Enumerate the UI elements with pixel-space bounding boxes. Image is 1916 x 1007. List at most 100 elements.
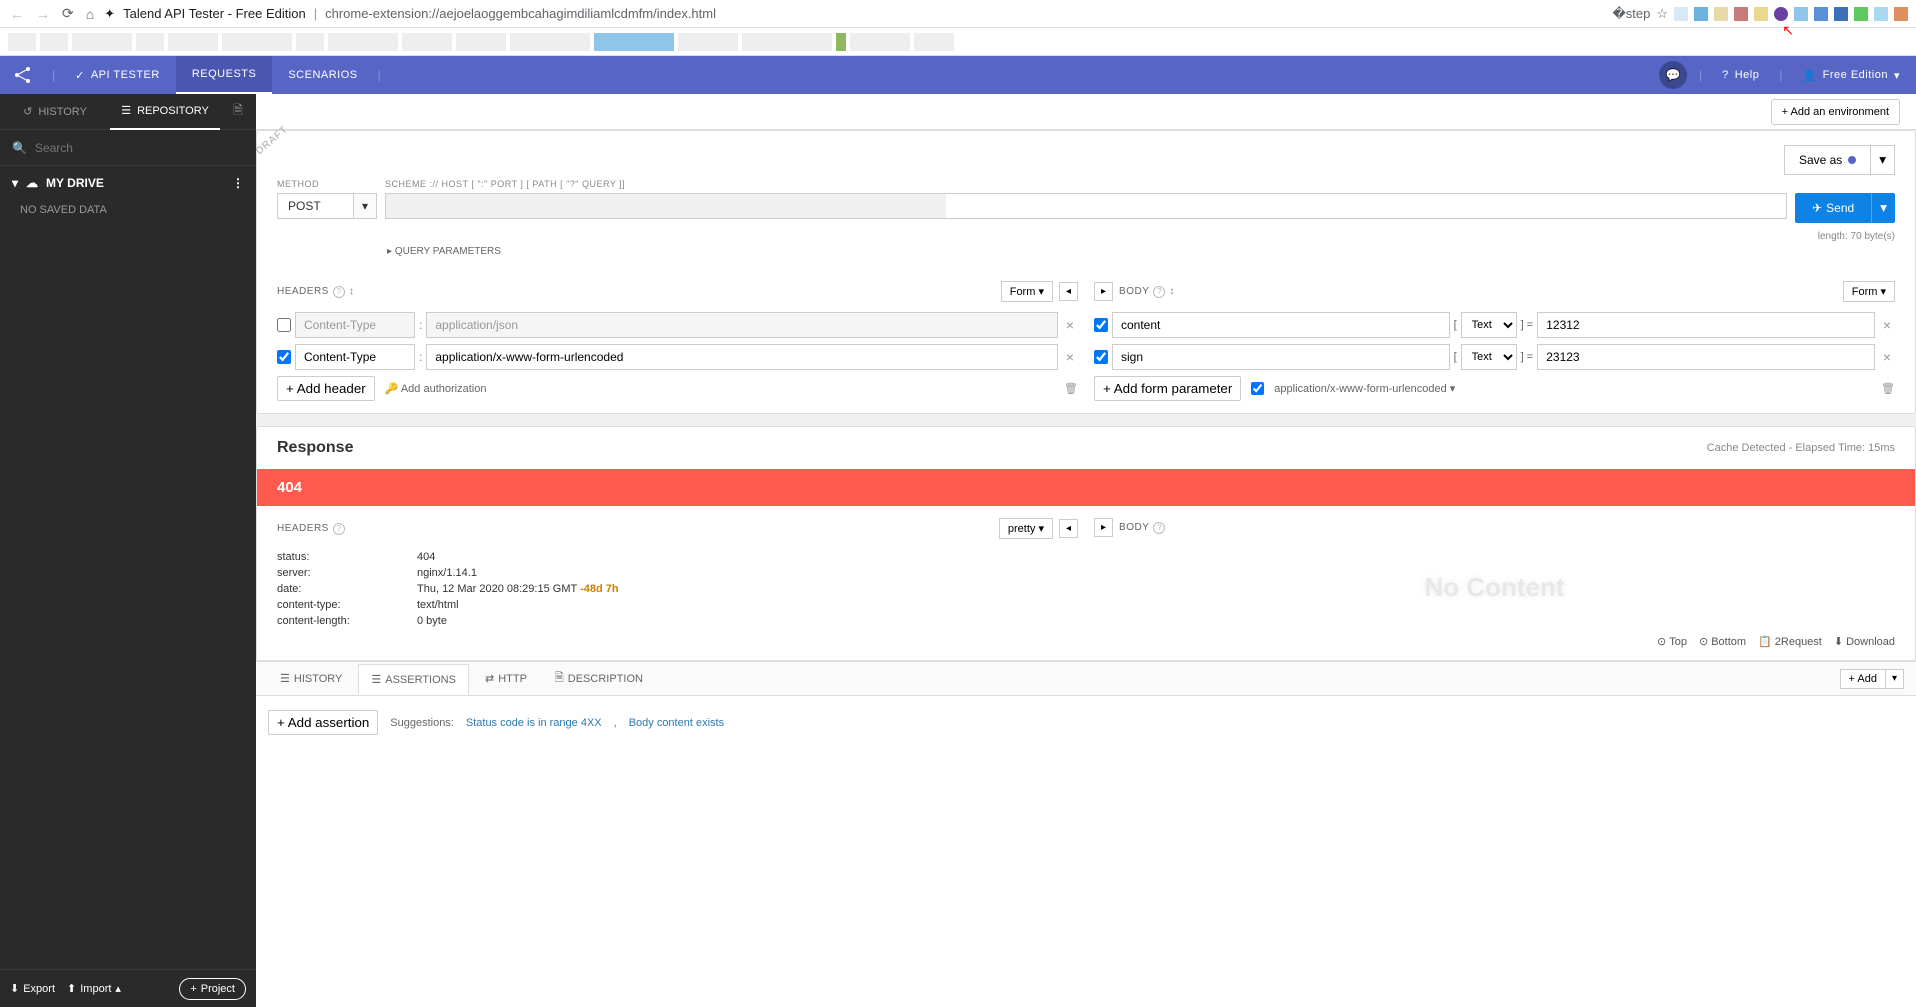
ext-icon-5[interactable] xyxy=(1754,7,1768,21)
header-value-input[interactable] xyxy=(426,344,1057,370)
bookmark-item[interactable] xyxy=(136,33,164,51)
help-icon[interactable]: ? xyxy=(333,286,345,298)
ext-icon-9[interactable] xyxy=(1854,7,1868,21)
add-tab-button[interactable]: + Add xyxy=(1840,669,1886,689)
url-input[interactable] xyxy=(385,193,1787,219)
header-enabled-checkbox[interactable] xyxy=(277,318,291,332)
sort-icon[interactable]: ↕ xyxy=(349,286,354,297)
bookmark-item[interactable] xyxy=(72,33,132,51)
tab-http[interactable]: ⇄ HTTP xyxy=(473,664,539,693)
back-button[interactable]: ← xyxy=(8,4,26,24)
translate-icon[interactable]: �step xyxy=(1612,6,1650,22)
send-dropdown[interactable]: ▾ xyxy=(1871,193,1895,223)
delete-header-button[interactable]: × xyxy=(1062,349,1078,365)
suggestion-link-status[interactable]: Status code is in range 4XX xyxy=(466,717,602,729)
add-assertion-button[interactable]: + Add assertion xyxy=(268,710,378,735)
headers-form-toggle[interactable]: Form ▾ xyxy=(1001,281,1053,302)
suggestion-link-body[interactable]: Body content exists xyxy=(629,717,724,729)
kebab-icon[interactable]: ⋮ xyxy=(232,176,244,190)
delete-header-button[interactable]: × xyxy=(1062,317,1078,333)
body-type-checkbox[interactable] xyxy=(1251,382,1264,395)
add-auth-link[interactable]: 🔑 Add authorization xyxy=(385,382,487,395)
ext-icon-checked[interactable] xyxy=(1774,7,1788,21)
add-header-button[interactable]: + Add header xyxy=(277,376,375,401)
app-logo[interactable] xyxy=(0,65,48,85)
nav-api-tester[interactable]: ✓ API TESTER xyxy=(59,56,176,94)
param-name-input[interactable] xyxy=(1112,344,1450,370)
header-name-input[interactable] xyxy=(295,344,415,370)
sidebar-search[interactable]: 🔍 xyxy=(0,130,256,166)
help-icon[interactable]: ? xyxy=(1153,522,1165,534)
sort-icon[interactable]: ↕ xyxy=(1169,286,1174,297)
bookmark-item[interactable] xyxy=(168,33,218,51)
collapse-right[interactable]: ▸ xyxy=(1094,282,1113,301)
bookmark-item[interactable] xyxy=(40,33,68,51)
ext-icon-3[interactable] xyxy=(1714,7,1728,21)
save-as-button[interactable]: Save as xyxy=(1784,145,1871,175)
save-dropdown[interactable]: ▾ xyxy=(1871,145,1895,175)
bookmark-item[interactable] xyxy=(402,33,452,51)
send-button[interactable]: ✈ Send xyxy=(1795,193,1871,223)
ext-icon-11[interactable] xyxy=(1894,7,1908,21)
param-value-input[interactable] xyxy=(1537,344,1875,370)
bookmark-item[interactable] xyxy=(510,33,590,51)
bookmark-item[interactable] xyxy=(222,33,292,51)
bookmark-item[interactable] xyxy=(850,33,910,51)
ext-icon-8[interactable] xyxy=(1834,7,1848,21)
header-value-input[interactable] xyxy=(426,312,1057,338)
delete-param-button[interactable]: × xyxy=(1879,349,1895,365)
clear-body-button[interactable]: 🗑 xyxy=(1881,382,1895,395)
pretty-toggle[interactable]: pretty ▾ xyxy=(999,518,1053,539)
param-name-input[interactable] xyxy=(1112,312,1450,338)
collapse-right[interactable]: ▸ xyxy=(1094,518,1113,537)
ext-icon-4[interactable] xyxy=(1734,7,1748,21)
help-icon[interactable]: ? xyxy=(1153,286,1165,298)
collapse-left[interactable]: ◂ xyxy=(1059,282,1078,301)
header-enabled-checkbox[interactable] xyxy=(277,350,291,364)
tab-description[interactable]: 🗎 DESCRIPTION xyxy=(543,661,655,696)
add-form-param-button[interactable]: + Add form parameter xyxy=(1094,376,1241,401)
home-button[interactable]: ⌂ xyxy=(84,4,96,24)
export-button[interactable]: ⬇ Export xyxy=(10,982,55,995)
param-enabled-checkbox[interactable] xyxy=(1094,318,1108,332)
header-name-input[interactable] xyxy=(295,312,415,338)
feedback-button[interactable]: 💬 xyxy=(1659,61,1687,89)
bookmark-item[interactable] xyxy=(678,33,738,51)
reload-button[interactable]: ⟳ xyxy=(60,3,76,24)
bookmark-item[interactable] xyxy=(8,33,36,51)
bookmark-item[interactable] xyxy=(836,33,846,51)
copy-request-button[interactable]: 📋 2Request xyxy=(1758,635,1822,648)
param-enabled-checkbox[interactable] xyxy=(1094,350,1108,364)
bookmark-item[interactable] xyxy=(296,33,324,51)
bookmark-item[interactable] xyxy=(594,33,674,51)
ext-icon-2[interactable] xyxy=(1694,7,1708,21)
new-doc-button[interactable]: 🗎 xyxy=(220,101,256,122)
delete-param-button[interactable]: × xyxy=(1879,317,1895,333)
param-type-select[interactable]: Text xyxy=(1461,312,1517,338)
bottom-button[interactable]: ⊙ Bottom xyxy=(1699,635,1746,648)
my-drive-row[interactable]: ▾ ☁ MY DRIVE ⋮ xyxy=(0,166,256,200)
import-button[interactable]: ⬆ Import ▴ xyxy=(67,982,121,995)
help-icon[interactable]: ? xyxy=(333,523,345,535)
nav-scenarios[interactable]: SCENARIOS xyxy=(272,56,373,94)
ext-icon-10[interactable] xyxy=(1874,7,1888,21)
add-environment-button[interactable]: + Add an environment xyxy=(1771,99,1900,125)
search-input[interactable] xyxy=(35,141,244,155)
body-form-toggle[interactable]: Form ▾ xyxy=(1843,281,1895,302)
bookmark-item[interactable] xyxy=(456,33,506,51)
bookmark-item[interactable] xyxy=(742,33,832,51)
nav-requests[interactable]: REQUESTS xyxy=(176,56,273,94)
forward-button[interactable]: → xyxy=(34,4,52,24)
sidebar-tab-repository[interactable]: ☰ REPOSITORY xyxy=(110,94,220,130)
collapse-left[interactable]: ◂ xyxy=(1059,519,1078,538)
method-dropdown[interactable]: ▾ xyxy=(354,193,377,219)
bookmark-item[interactable] xyxy=(914,33,954,51)
edition-menu[interactable]: 👤 Free Edition ▾ xyxy=(1786,56,1916,94)
download-button[interactable]: ⬇ Download xyxy=(1834,635,1895,648)
query-params-toggle[interactable]: ▸ QUERY PARAMETERS xyxy=(257,246,1915,269)
top-button[interactable]: ⊙ Top xyxy=(1657,635,1687,648)
ext-icon-1[interactable] xyxy=(1674,7,1688,21)
tab-assertions[interactable]: ☰ ASSERTIONS xyxy=(358,664,469,695)
body-type-select[interactable]: application/x-www-form-urlencoded ▾ xyxy=(1274,382,1455,395)
help-link[interactable]: ? Help xyxy=(1706,56,1775,94)
